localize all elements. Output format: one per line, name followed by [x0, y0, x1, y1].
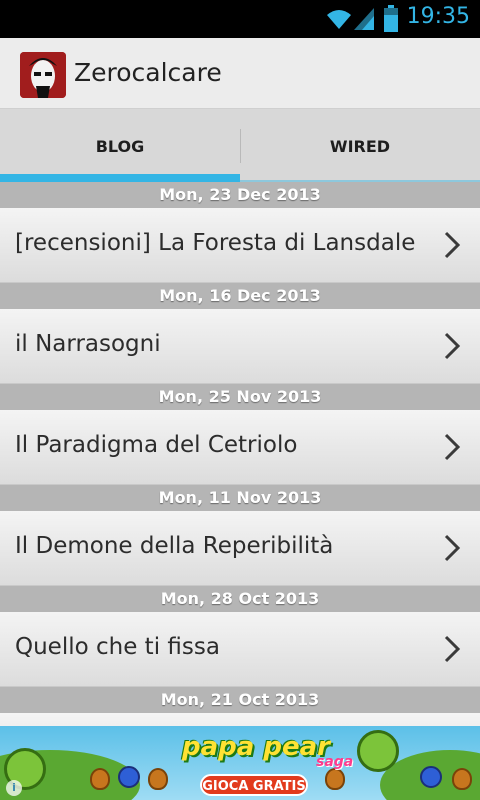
list-item[interactable]: Quello che ti fissa	[0, 612, 480, 687]
ad-sprite	[325, 768, 345, 790]
list-item[interactable]: il Narrasogni	[0, 309, 480, 384]
ad-character	[357, 730, 399, 772]
post-title: Quello che ti fissa	[15, 634, 220, 660]
tab-bar: BLOG WIRED	[0, 108, 480, 182]
ad-banner[interactable]: papa pear saga GIOCA GRATIS i	[0, 726, 480, 800]
date-header: Mon, 25 Nov 2013	[0, 384, 480, 410]
tab-blog[interactable]: BLOG	[0, 109, 240, 183]
date-header: Mon, 23 Dec 2013	[0, 182, 480, 208]
date-header: Mon, 16 Dec 2013	[0, 283, 480, 309]
selected-tab-indicator	[0, 174, 240, 182]
chevron-right-icon	[442, 533, 462, 567]
list-item[interactable]: [recensioni] La Foresta di Lansdale	[0, 208, 480, 283]
list-item[interactable]: Il Paradigma del Cetriolo	[0, 410, 480, 485]
app-logo-icon[interactable]	[20, 52, 66, 98]
list-item[interactable]: Il Demone della Reperibilità	[0, 511, 480, 586]
date-header: Mon, 11 Nov 2013	[0, 485, 480, 511]
list-item[interactable]	[0, 713, 480, 726]
ad-sprite	[420, 766, 442, 788]
chevron-right-icon	[442, 230, 462, 264]
post-title: [recensioni] La Foresta di Lansdale	[15, 230, 416, 256]
action-bar: Zerocalcare	[0, 38, 480, 108]
date-header: Mon, 28 Oct 2013	[0, 586, 480, 612]
ad-sprite	[148, 768, 168, 790]
status-bar: 19:35	[0, 0, 480, 38]
ad-play-button[interactable]: GIOCA GRATIS	[200, 774, 308, 796]
ad-info-icon[interactable]: i	[6, 780, 22, 796]
wifi-icon	[325, 7, 353, 35]
chevron-right-icon	[442, 634, 462, 668]
chevron-right-icon	[442, 432, 462, 466]
signal-icon	[352, 6, 376, 36]
post-list[interactable]: Mon, 23 Dec 2013 [recensioni] La Foresta…	[0, 182, 480, 726]
post-title: Il Paradigma del Cetriolo	[15, 432, 298, 458]
ad-sprite	[90, 768, 110, 790]
battery-icon	[383, 5, 399, 37]
ad-sprite	[452, 768, 472, 790]
tab-wired[interactable]: WIRED	[240, 109, 480, 183]
post-title: Il Demone della Reperibilità	[15, 533, 334, 559]
chevron-right-icon	[442, 331, 462, 365]
ad-sprite	[118, 766, 140, 788]
date-header: Mon, 21 Oct 2013	[0, 687, 480, 713]
post-title: il Narrasogni	[15, 331, 161, 357]
app-title: Zerocalcare	[74, 58, 222, 87]
status-clock: 19:35	[406, 4, 470, 29]
ad-tagline: saga	[316, 754, 354, 770]
ad-brand-logo: papa pear	[182, 732, 330, 762]
